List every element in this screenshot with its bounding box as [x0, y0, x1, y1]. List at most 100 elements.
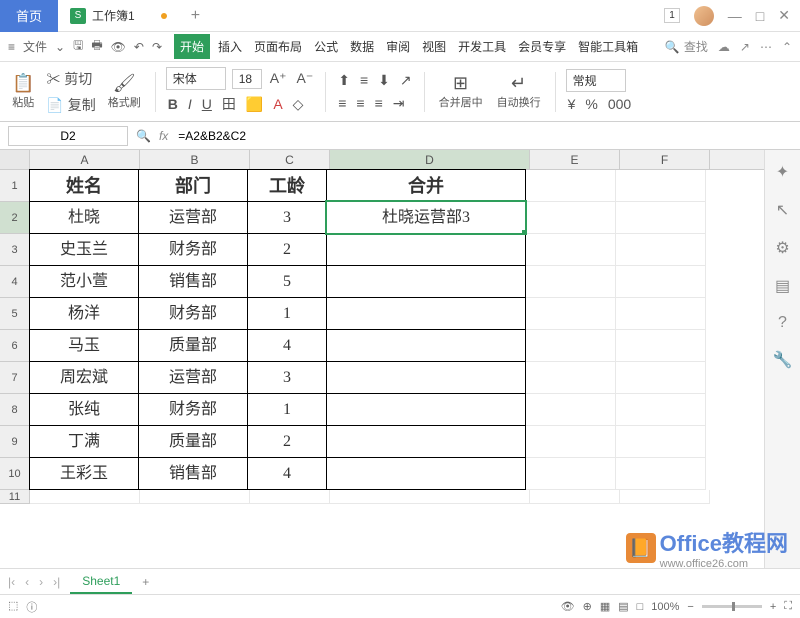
ribbon-tab-member[interactable]: 会员专享 [514, 34, 570, 59]
cell[interactable] [526, 234, 616, 266]
save-icon[interactable]: 🖫 [73, 36, 83, 57]
layout-view-icon[interactable]: □ [637, 601, 644, 613]
cell[interactable]: 质量部 [138, 425, 248, 458]
cloud-icon[interactable]: ☁ [718, 40, 730, 54]
cell[interactable]: 财务部 [138, 233, 248, 266]
cell[interactable]: 5 [247, 265, 327, 298]
cell[interactable]: 3 [247, 361, 327, 394]
undo-icon[interactable]: ↶ [134, 40, 144, 54]
cell[interactable] [30, 490, 140, 504]
home-tab[interactable]: 首页 [0, 0, 58, 32]
cell[interactable]: 张纯 [29, 393, 139, 426]
paste-button[interactable]: 📋 粘贴 [8, 71, 38, 112]
orientation-icon[interactable]: ↗ [398, 70, 414, 91]
chevron-down-icon[interactable]: ⌄ [55, 40, 65, 54]
cell[interactable]: 运营部 [138, 361, 248, 394]
redo-icon[interactable]: ↷ [152, 40, 162, 54]
cell[interactable] [616, 458, 706, 490]
column-header[interactable]: A [30, 150, 140, 169]
cell[interactable]: 3 [247, 201, 327, 234]
column-header[interactable]: D [330, 150, 530, 169]
row-header[interactable]: 1 [0, 170, 30, 202]
add-sheet-button[interactable]: + [142, 575, 149, 589]
cell[interactable] [526, 394, 616, 426]
row-header[interactable]: 3 [0, 234, 30, 266]
print-icon[interactable]: 🖶 [91, 36, 102, 57]
cell[interactable] [526, 202, 616, 234]
cell[interactable]: 质量部 [138, 329, 248, 362]
column-header[interactable]: C [250, 150, 330, 169]
cell[interactable] [140, 490, 250, 504]
cell[interactable] [526, 298, 616, 330]
cell[interactable]: 姓名 [29, 169, 139, 202]
cell[interactable]: 杜晓运营部3 [326, 201, 526, 234]
properties-icon[interactable]: ▤ [775, 276, 790, 296]
cell[interactable]: 1 [247, 393, 327, 426]
user-avatar[interactable] [694, 6, 714, 26]
cell[interactable]: 销售部 [138, 457, 248, 490]
cell[interactable] [616, 298, 706, 330]
cell[interactable] [326, 393, 526, 426]
cell[interactable] [616, 170, 706, 202]
cell[interactable]: 工龄 [247, 169, 327, 202]
cell[interactable]: 2 [247, 425, 327, 458]
cell[interactable]: 财务部 [138, 393, 248, 426]
align-bottom-icon[interactable]: ⬇ [376, 70, 392, 91]
page-view-icon[interactable]: ▤ [618, 600, 628, 613]
row-header[interactable]: 4 [0, 266, 30, 298]
sheet-first-icon[interactable]: |‹ [8, 575, 15, 589]
cell[interactable]: 马玉 [29, 329, 139, 362]
spreadsheet-grid[interactable]: A B C D E F 1姓名部门工龄合并2杜晓运营部3杜晓运营部33史玉兰财务… [0, 150, 764, 568]
cell[interactable]: 4 [247, 457, 327, 490]
cell[interactable]: 运营部 [138, 201, 248, 234]
ribbon-tab-view[interactable]: 视图 [418, 34, 450, 59]
indent-icon[interactable]: ⇥ [391, 93, 407, 114]
zoom-level[interactable]: 100% [651, 601, 679, 613]
close-button[interactable]: ✕ [778, 7, 790, 24]
row-header[interactable]: 9 [0, 426, 30, 458]
fill-color-button[interactable]: 🟨 [244, 94, 265, 115]
record-icon[interactable]: ⬚ [8, 599, 18, 615]
merge-center-button[interactable]: ⊞ 合并居中 [435, 71, 487, 112]
maximize-button[interactable]: □ [756, 8, 764, 24]
font-size-select[interactable]: 18 [232, 69, 262, 89]
increase-font-icon[interactable]: A⁺ [268, 68, 289, 89]
align-top-icon[interactable]: ⬆ [336, 70, 352, 91]
zoom-out-button[interactable]: − [687, 601, 693, 613]
ribbon-tab-dev[interactable]: 开发工具 [454, 34, 510, 59]
cell[interactable] [526, 330, 616, 362]
sheet-prev-icon[interactable]: ‹ [25, 575, 29, 589]
cell[interactable] [616, 394, 706, 426]
cell[interactable] [616, 362, 706, 394]
cell[interactable] [326, 361, 526, 394]
row-header[interactable]: 11 [0, 490, 30, 504]
underline-button[interactable]: U [200, 94, 214, 114]
ribbon-tab-review[interactable]: 审阅 [382, 34, 414, 59]
cell[interactable] [526, 458, 616, 490]
sheet-tab[interactable]: Sheet1 [70, 570, 132, 594]
zoom-in-button[interactable]: + [770, 601, 776, 613]
ribbon-tab-formula[interactable]: 公式 [310, 34, 342, 59]
ribbon-tab-data[interactable]: 数据 [346, 34, 378, 59]
focus-mode-icon[interactable]: ⊕ [583, 600, 592, 613]
cell[interactable] [526, 426, 616, 458]
copy-button[interactable]: 📄 复制 [44, 93, 97, 117]
row-header[interactable]: 2 [0, 202, 30, 234]
ribbon-tab-layout[interactable]: 页面布局 [250, 34, 306, 59]
cell[interactable]: 范小萱 [29, 265, 139, 298]
cell[interactable] [616, 202, 706, 234]
cell[interactable] [330, 490, 530, 504]
cell[interactable]: 史玉兰 [29, 233, 139, 266]
window-count-badge[interactable]: 1 [664, 8, 680, 23]
font-color-button[interactable]: A [271, 94, 284, 114]
zoom-slider[interactable] [702, 605, 762, 608]
name-box[interactable] [8, 126, 128, 146]
column-header[interactable]: B [140, 150, 250, 169]
normal-view-icon[interactable]: ▦ [600, 600, 610, 613]
collapse-ribbon-icon[interactable]: ⌃ [782, 40, 792, 54]
fullscreen-icon[interactable]: ⛶ [784, 600, 792, 613]
workbook-tab[interactable]: S 工作簿1 [58, 0, 179, 32]
cell[interactable] [326, 329, 526, 362]
cell[interactable] [526, 170, 616, 202]
fx-icon[interactable]: fx [159, 129, 168, 143]
